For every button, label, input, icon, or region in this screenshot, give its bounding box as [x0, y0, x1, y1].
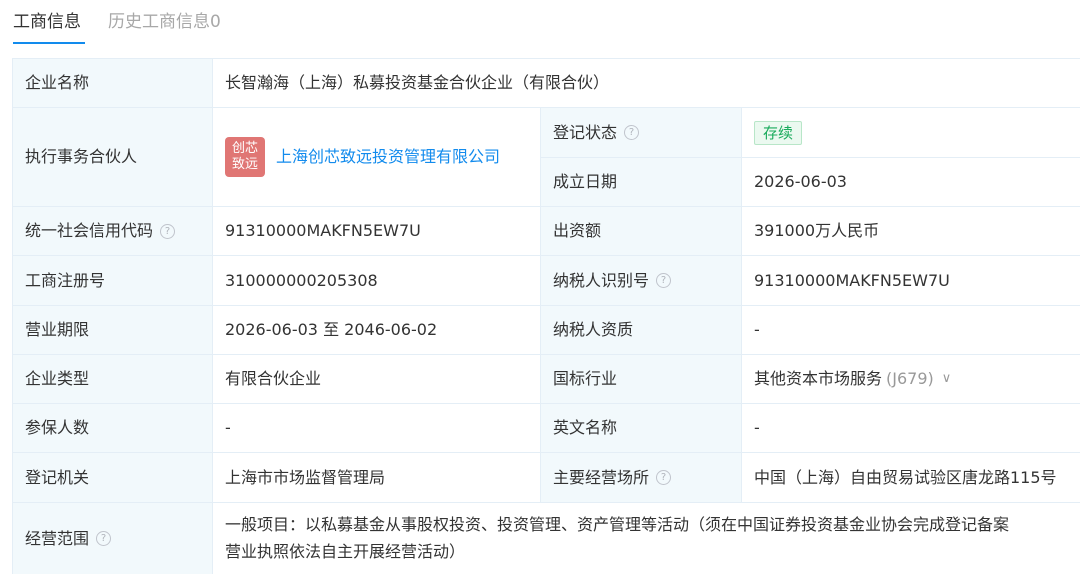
value-est-date: 2026-06-03 [742, 158, 1080, 207]
industry-code: (J679) [886, 369, 934, 388]
value-company-type: 有限合伙企业 [213, 355, 541, 404]
question-circle-icon[interactable]: ? [96, 531, 112, 546]
label-reg-status: 登记状态? [541, 108, 742, 158]
value-authority: 上海市市场监督管理局 [213, 453, 541, 503]
question-circle-icon[interactable]: ? [656, 273, 672, 288]
label-credit-code: 统一社会信用代码? [13, 207, 213, 256]
label-address: 主要经营场所? [541, 453, 742, 503]
question-circle-icon[interactable]: ? [624, 125, 640, 140]
chevron-down-icon[interactable]: ∨ [942, 368, 952, 390]
value-insured: - [213, 404, 541, 453]
tab-history-business-info[interactable]: 历史工商信息0 [108, 10, 221, 34]
value-term: 2026-06-03 至 2046-06-02 [213, 306, 541, 355]
label-company-name: 企业名称 [13, 59, 213, 108]
label-industry: 国标行业 [541, 355, 742, 404]
value-industry[interactable]: 其他资本市场服务 (J679) ∨ [742, 355, 1080, 404]
managing-partner-link[interactable]: 上海创芯致远投资管理有限公司 [276, 146, 500, 168]
scope-line-1: 一般项目：以私募基金从事股权投资、投资管理、资产管理等活动（须在中国证券投资基金… [225, 515, 1010, 534]
value-address: 中国（上海）自由贸易试验区唐龙路115号 [742, 453, 1080, 503]
label-managing-partner: 执行事务合伙人 [13, 108, 213, 207]
partner-logo: 创芯 致远 [225, 137, 265, 177]
label-english-name: 英文名称 [541, 404, 742, 453]
tab-business-info[interactable]: 工商信息 [13, 10, 81, 34]
value-credit-code: 91310000MAKFN5EW7U [213, 207, 541, 256]
value-company-name: 长智瀚海（上海）私募投资基金合伙企业（有限合伙） [213, 59, 1080, 108]
question-circle-icon[interactable]: ? [656, 470, 672, 485]
status-badge: 存续 [754, 120, 803, 145]
label-taxpayer-id: 纳税人识别号? [541, 256, 742, 306]
value-capital: 391000万人民币 [742, 207, 1080, 256]
label-term: 营业期限 [13, 306, 213, 355]
label-scope: 经营范围? [13, 503, 213, 574]
scope-line-2: 营业执照依法自主开展经营活动） [225, 542, 466, 561]
value-reg-status: 存续 [742, 108, 1080, 158]
value-scope: 一般项目：以私募基金从事股权投资、投资管理、资产管理等活动（须在中国证券投资基金… [213, 503, 1080, 574]
label-capital: 出资额 [541, 207, 742, 256]
value-managing-partner: 创芯 致远 上海创芯致远投资管理有限公司 [213, 108, 541, 207]
value-reg-no: 310000000205308 [213, 256, 541, 306]
active-tab-indicator [13, 42, 85, 44]
value-taxpayer-id: 91310000MAKFN5EW7U [742, 256, 1080, 306]
label-reg-no: 工商注册号 [13, 256, 213, 306]
tab-bar: 工商信息 历史工商信息0 [0, 0, 1080, 50]
label-taxpayer-qual: 纳税人资质 [541, 306, 742, 355]
label-company-type: 企业类型 [13, 355, 213, 404]
value-english-name: - [742, 404, 1080, 453]
label-insured: 参保人数 [13, 404, 213, 453]
label-authority: 登记机关 [13, 453, 213, 503]
label-est-date: 成立日期 [541, 158, 742, 207]
question-circle-icon[interactable]: ? [160, 223, 176, 239]
value-taxpayer-qual: - [742, 306, 1080, 355]
